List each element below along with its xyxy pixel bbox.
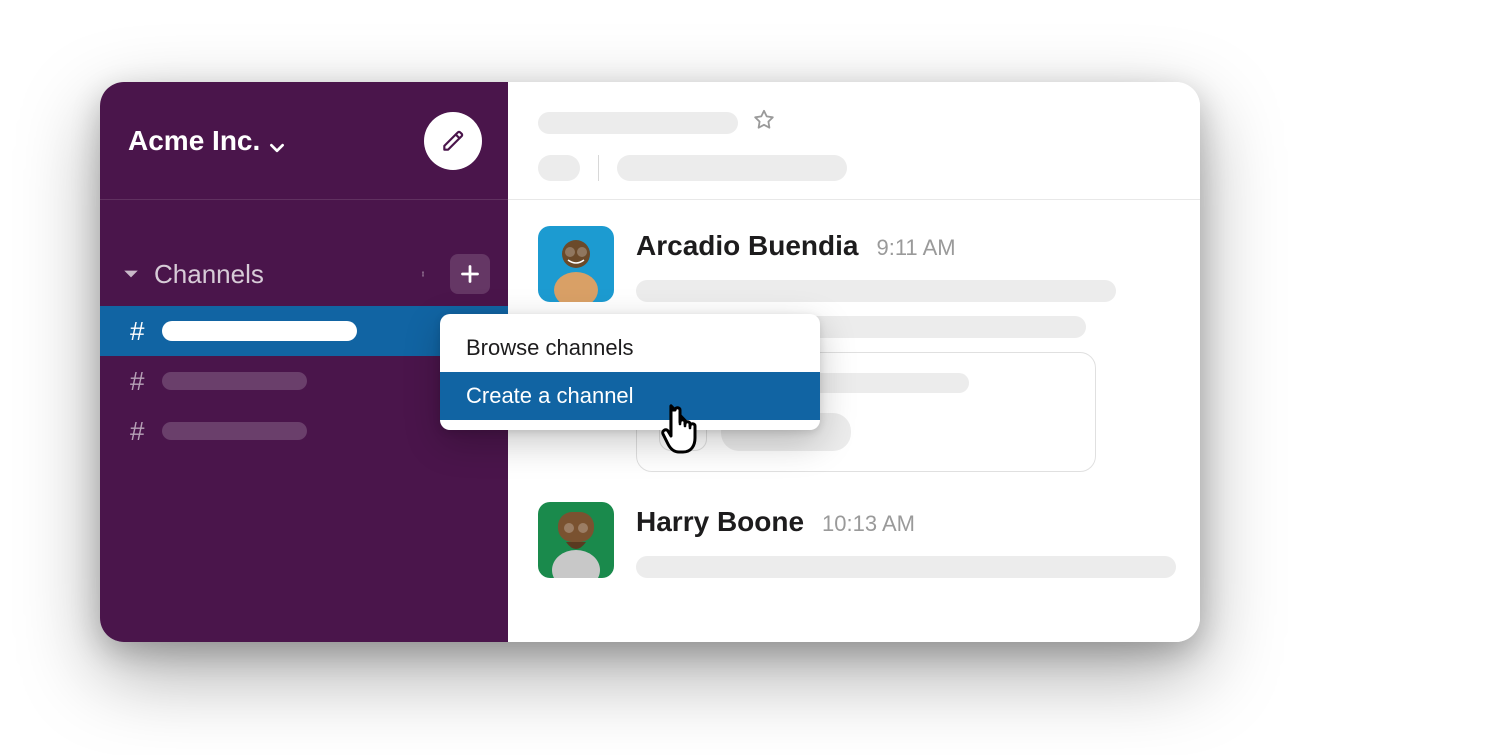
channels-more-button[interactable]	[406, 257, 440, 291]
menu-item-create-channel[interactable]: Create a channel	[440, 372, 820, 420]
header-meta-placeholder	[538, 155, 580, 181]
workspace-name-label: Acme Inc.	[128, 125, 260, 157]
plus-icon	[460, 264, 480, 284]
cursor-pointer-icon	[655, 400, 707, 463]
hash-icon: #	[130, 416, 144, 447]
hash-icon: #	[130, 366, 144, 397]
channel-title-placeholder	[538, 112, 738, 134]
message: Harry Boone 10:13 AM	[538, 502, 1176, 592]
star-icon[interactable]	[752, 108, 776, 137]
message-author[interactable]: Harry Boone	[636, 506, 804, 538]
workspace-switcher[interactable]: Acme Inc.	[128, 125, 286, 157]
sidebar-header: Acme Inc.	[100, 82, 508, 200]
message-author[interactable]: Arcadio Buendia	[636, 230, 858, 262]
message-body: Harry Boone 10:13 AM	[636, 502, 1176, 592]
message-text-placeholder	[636, 556, 1176, 578]
message-text-placeholder	[636, 280, 1116, 302]
menu-item-browse-channels[interactable]: Browse channels	[440, 324, 820, 372]
channel-name-placeholder	[162, 422, 307, 440]
channels-section-title[interactable]: Channels	[154, 259, 264, 290]
channels-section-header: Channels	[100, 254, 508, 294]
message-timestamp: 9:11 AM	[876, 235, 955, 261]
chevron-down-icon	[268, 132, 286, 150]
compose-button[interactable]	[424, 112, 482, 170]
channel-name-placeholder	[162, 372, 307, 390]
header-meta-placeholder	[617, 155, 847, 181]
add-channel-menu: Browse channels Create a channel	[440, 314, 820, 430]
avatar[interactable]	[538, 502, 614, 578]
channel-name-placeholder	[162, 321, 357, 341]
message-timestamp: 10:13 AM	[822, 511, 915, 537]
hash-icon: #	[130, 316, 144, 347]
more-vertical-icon	[420, 263, 426, 285]
divider	[598, 155, 599, 181]
channel-header	[508, 82, 1200, 200]
add-channel-button[interactable]	[450, 254, 490, 294]
avatar[interactable]	[538, 226, 614, 302]
compose-icon	[440, 128, 466, 154]
app-window: Acme Inc. Channels	[100, 82, 1200, 642]
caret-down-icon[interactable]	[122, 265, 140, 283]
